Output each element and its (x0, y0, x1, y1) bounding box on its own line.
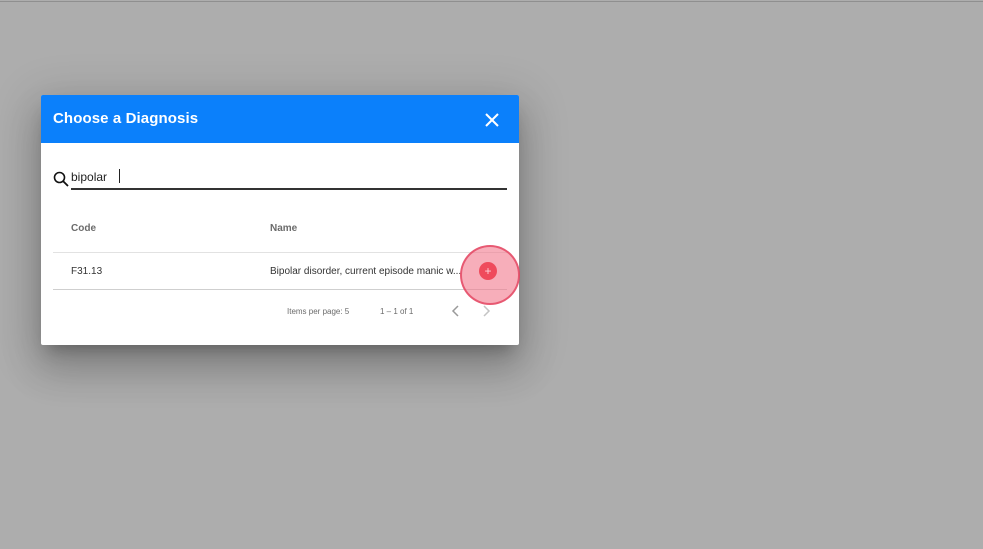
cell-code: F31.13 (71, 266, 103, 277)
plus-icon: + (484, 264, 492, 278)
diagnosis-dialog: Choose a Diagnosis Code Name F31.13 Bipo… (41, 95, 519, 345)
chevron-left-icon (451, 305, 459, 317)
dialog-header: Choose a Diagnosis (41, 95, 519, 143)
search-icon (53, 171, 69, 187)
items-per-page-label: Items per page: 5 (287, 307, 350, 316)
previous-page-button[interactable] (449, 303, 463, 319)
close-icon (485, 113, 499, 127)
chevron-right-icon (483, 305, 491, 317)
add-diagnosis-button[interactable]: + (479, 262, 497, 280)
search-underline (71, 188, 507, 190)
header-divider (53, 252, 507, 253)
text-caret (119, 169, 120, 183)
row-divider (53, 289, 507, 290)
column-header-code[interactable]: Code (71, 223, 96, 234)
column-header-name[interactable]: Name (270, 223, 297, 234)
search-input[interactable] (71, 167, 507, 187)
search-field (53, 167, 507, 190)
cell-name: Bipolar disorder, current episode manic … (270, 266, 462, 277)
top-divider (0, 1, 983, 2)
close-button[interactable] (481, 109, 503, 131)
range-label: 1 – 1 of 1 (380, 307, 414, 316)
next-page-button[interactable] (479, 303, 493, 319)
dialog-title: Choose a Diagnosis (53, 110, 199, 127)
